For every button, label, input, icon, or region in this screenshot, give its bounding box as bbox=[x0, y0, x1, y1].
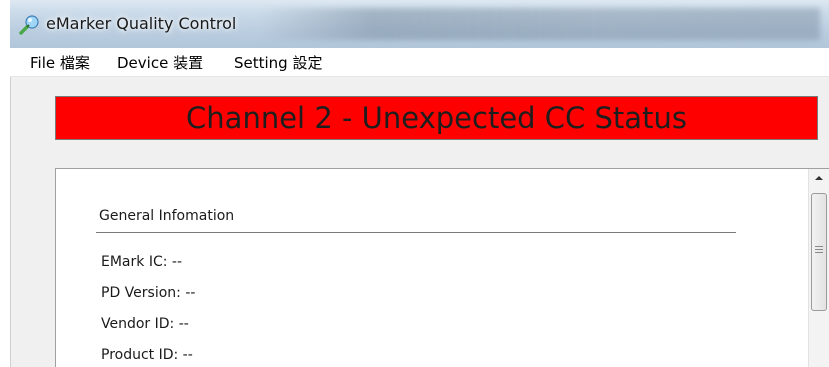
scroll-up-button[interactable] bbox=[809, 169, 829, 187]
status-banner: Channel 2 - Unexpected CC Status bbox=[55, 96, 818, 140]
client-area: Channel 2 - Unexpected CC Status General… bbox=[10, 77, 829, 367]
chevron-up-icon bbox=[815, 176, 823, 180]
menu-setting[interactable]: Setting 設定 bbox=[234, 52, 322, 73]
info-panel: General Infomation EMark IC: -- PD Versi… bbox=[55, 168, 829, 367]
menu-device[interactable]: Device 装置 bbox=[117, 52, 203, 73]
product-id-field: Product ID: -- bbox=[101, 347, 193, 363]
pd-version-field: PD Version: -- bbox=[101, 285, 196, 301]
scroll-thumb[interactable] bbox=[811, 193, 827, 311]
grip-icon bbox=[815, 246, 823, 255]
menu-file[interactable]: File 檔案 bbox=[30, 52, 90, 73]
vendor-id-field: Vendor ID: -- bbox=[101, 316, 189, 332]
app-icon bbox=[19, 15, 39, 35]
vertical-scrollbar[interactable] bbox=[808, 169, 829, 367]
section-title: General Infomation bbox=[99, 208, 235, 224]
section-divider bbox=[96, 232, 736, 233]
application-window: eMarker Quality Control File 檔案 Device 装… bbox=[10, 0, 829, 367]
emark-ic-field: EMark IC: -- bbox=[101, 254, 182, 270]
title-bar[interactable]: eMarker Quality Control bbox=[10, 0, 829, 48]
menu-bar: File 檔案 Device 装置 Setting 設定 bbox=[10, 48, 829, 77]
window-title: eMarker Quality Control bbox=[46, 14, 237, 33]
